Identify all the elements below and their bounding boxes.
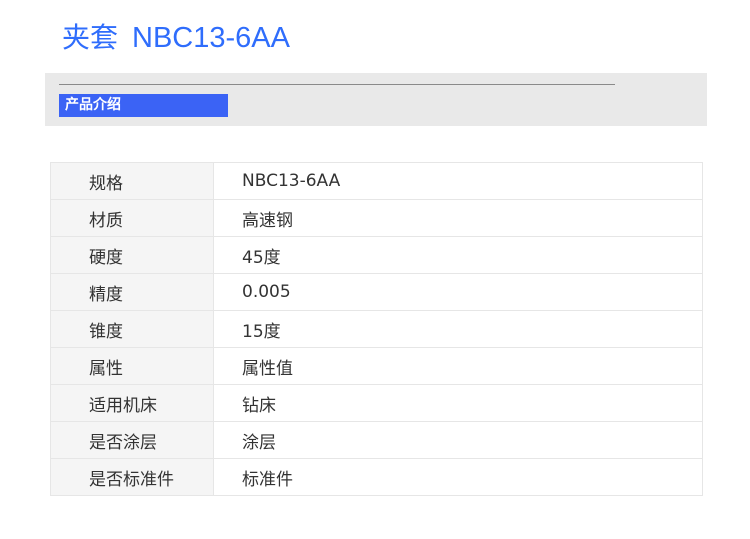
spec-row: 是否涂层 涂层 bbox=[50, 421, 703, 459]
spec-value: NBC13-6AA bbox=[213, 162, 703, 200]
section-divider bbox=[59, 84, 615, 85]
spec-label: 规格 bbox=[50, 162, 214, 200]
section-header-band: 产品介绍 bbox=[45, 73, 707, 126]
spec-value: 属性值 bbox=[213, 347, 703, 385]
spec-row: 适用机床 钻床 bbox=[50, 384, 703, 422]
spec-row: 规格 NBC13-6AA bbox=[50, 162, 703, 200]
spec-value: 钻床 bbox=[213, 384, 703, 422]
spec-label: 是否标准件 bbox=[50, 458, 214, 496]
spec-label: 适用机床 bbox=[50, 384, 214, 422]
spec-label: 是否涂层 bbox=[50, 421, 214, 459]
spec-value: 15度 bbox=[213, 310, 703, 348]
spec-label: 属性 bbox=[50, 347, 214, 385]
spec-table-body: 规格 NBC13-6AA 材质 高速钢 硬度 45度 精度 0.005 锥度 15度 属性 属性值 适用… bbox=[50, 162, 703, 496]
spec-value: 高速钢 bbox=[213, 199, 703, 237]
spec-value: 涂层 bbox=[213, 421, 703, 459]
spec-row: 硬度 45度 bbox=[50, 236, 703, 274]
spec-value: 标准件 bbox=[213, 458, 703, 496]
spec-label: 精度 bbox=[50, 273, 214, 311]
spec-label: 材质 bbox=[50, 199, 214, 237]
spec-table: 规格 NBC13-6AA 材质 高速钢 硬度 45度 精度 0.005 锥度 15度 属性 属性值 适用… bbox=[50, 162, 703, 496]
spec-label: 锥度 bbox=[50, 310, 214, 348]
page-title: 夹套 NBC13-6AA bbox=[62, 18, 290, 58]
spec-row: 属性 属性值 bbox=[50, 347, 703, 385]
spec-row: 锥度 15度 bbox=[50, 310, 703, 348]
spec-value: 45度 bbox=[213, 236, 703, 274]
title-prefix: 夹套 bbox=[62, 21, 119, 54]
section-label-product-intro: 产品介绍 bbox=[59, 94, 228, 117]
spec-row: 是否标准件 标准件 bbox=[50, 458, 703, 496]
spec-row: 材质 高速钢 bbox=[50, 199, 703, 237]
title-model: NBC13-6AA bbox=[132, 22, 290, 54]
spec-row: 精度 0.005 bbox=[50, 273, 703, 311]
spec-label: 硬度 bbox=[50, 236, 214, 274]
spec-value: 0.005 bbox=[213, 273, 703, 311]
